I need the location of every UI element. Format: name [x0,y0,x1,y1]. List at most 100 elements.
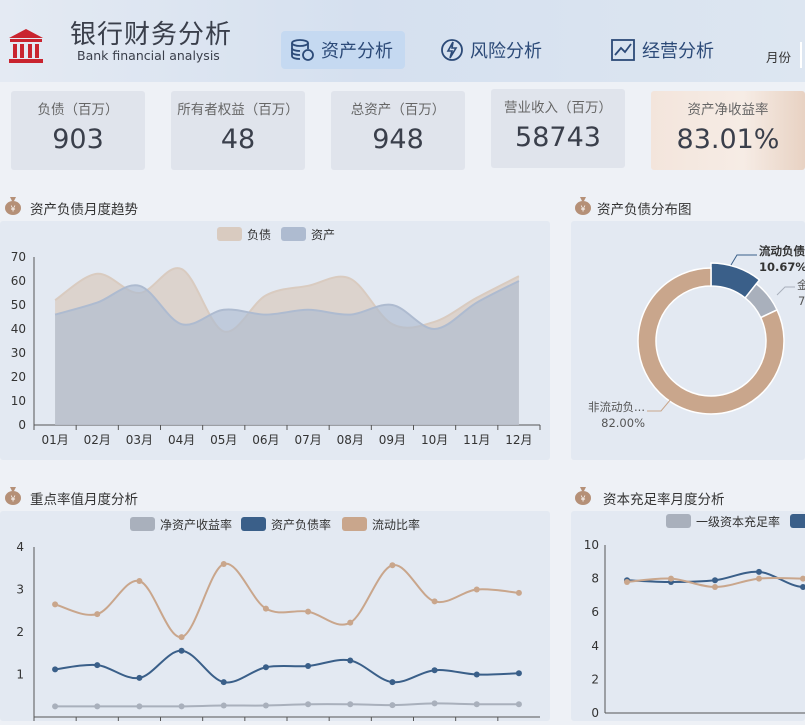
data-point [178,634,185,641]
x-tick-label: 12月 [505,433,532,447]
legend-label-1: 资产负债率 [271,517,331,532]
legend-label-1: 资产 [311,228,335,242]
data-point [347,619,354,626]
data-point [94,703,101,710]
pie-label-1: 金 [797,278,805,292]
data-point [712,577,718,584]
line-series-1 [54,649,519,684]
y-tick-label: 70 [11,250,26,264]
section-title-distribution: 资产负债分布图 [597,202,692,218]
data-point [389,702,396,709]
x-tick-label: 04月 [168,433,195,447]
data-point [389,562,396,569]
legend-swatch-1 [241,517,266,531]
data-point [515,701,522,708]
y-tick-label: 10 [11,394,26,408]
tab-risk-analysis[interactable]: 风险分析 [440,31,542,69]
x-tick-label: 07月 [294,433,321,447]
x-tick-label: 08月 [337,433,364,447]
svg-text:¥: ¥ [10,495,15,504]
tab-operation-analysis-label: 经营分析 [642,41,714,62]
x-tick-label: 11月 [463,433,490,447]
data-point [178,703,185,710]
y-tick-label: 0 [18,418,26,432]
legend-swatch-0 [130,517,155,531]
svg-text:¥: ¥ [580,205,585,214]
y-tick-label: 60 [11,274,26,288]
y-tick-label: 40 [11,322,26,336]
x-tick-label: 06月 [252,433,279,447]
data-point [800,584,805,590]
data-point [220,679,227,686]
money-bag-icon: ¥ [575,487,591,505]
data-point [668,575,674,582]
legend-swatch-0 [217,227,242,241]
y-tick-label: 0 [591,706,599,720]
x-tick-label: 05月 [210,433,237,447]
page-subtitle: Bank financial analysis [77,48,220,63]
section-title-trend: 资产负债月度趋势 [30,202,138,218]
tab-risk-analysis-label: 风险分析 [470,41,542,62]
x-tick-label: 03月 [126,433,153,447]
month-filter-button[interactable]: 月份 [766,47,791,66]
pie-pct-0: 10.67% [759,260,805,274]
pie-leader-2 [647,398,672,412]
kpi-roe-value: 83.01% [676,124,780,155]
database-icon [291,39,314,61]
page-title: 银行财务分析 [70,20,233,50]
data-point [136,703,143,710]
data-point [756,575,762,582]
money-bag-icon: ¥ [5,197,21,215]
trend-chart: 负债 资产 0 10 20 30 40 50 60 70 01月 02月 03月 04月 05月 06月 07月… [11,227,541,447]
y-tick-label: 4 [591,639,599,653]
legend-label-0: 一级资本充足率 [696,514,780,529]
lightning-icon [441,39,463,61]
data-point [473,671,480,678]
capital-chart: 一级资本充足率 0 2 4 6 8 10 [584,514,805,720]
y-tick-label: 3 [16,583,24,597]
data-point [94,662,101,669]
data-point [712,584,718,590]
data-point [305,608,312,615]
y-tick-label: 2 [16,625,24,639]
data-point [262,605,269,612]
y-tick-label: 8 [591,572,599,586]
y-tick-label: 30 [11,346,26,360]
capital-panel: 一级资本充足率 0 2 4 6 8 10 [571,511,805,721]
data-point [305,701,312,708]
kpi-total-assets-label: 总资产（百万） [350,102,446,118]
data-point [220,561,227,567]
svg-text:¥: ¥ [580,495,585,504]
legend-swatch-2 [342,517,367,531]
data-point [52,703,59,710]
section-title-capital: 资本充足率月度分析 [603,492,725,508]
line-series-0 [55,702,519,708]
data-point [431,598,438,605]
kpi-revenue-value: 58743 [515,122,601,153]
svg-text:¥: ¥ [10,205,15,214]
x-tick-label: 02月 [84,433,111,447]
y-tick-label: 2 [591,672,599,686]
distribution-panel: 流动负债 10.67% 金 7 非流动负... 82.00% [571,221,805,460]
month-divider [800,42,802,68]
pie-leader-0 [730,254,757,266]
y-tick-label: 4 [16,540,24,554]
pie-label-0: 流动负债 [759,244,805,258]
data-point [756,568,762,575]
money-bag-icon: ¥ [5,487,21,505]
x-tick-label: 09月 [379,433,406,447]
data-point [347,701,354,708]
pie-leader-1 [776,286,795,296]
line-series-2 [54,562,520,639]
legend-swatch-0 [666,514,691,528]
data-point [431,700,438,707]
tab-operation-analysis[interactable]: 经营分析 [610,31,714,69]
data-point [52,601,59,608]
kpi-roe-label: 资产净收益率 [687,102,769,118]
kpi-liability: 负债（百万） 903 [11,91,145,170]
tab-asset-analysis-label: 资产分析 [321,41,393,62]
kpi-roe: 资产净收益率 83.01% [651,91,805,170]
kpi-total-assets-value: 948 [372,124,424,155]
tab-asset-analysis[interactable]: 资产分析 [281,31,405,69]
data-point [515,670,522,677]
